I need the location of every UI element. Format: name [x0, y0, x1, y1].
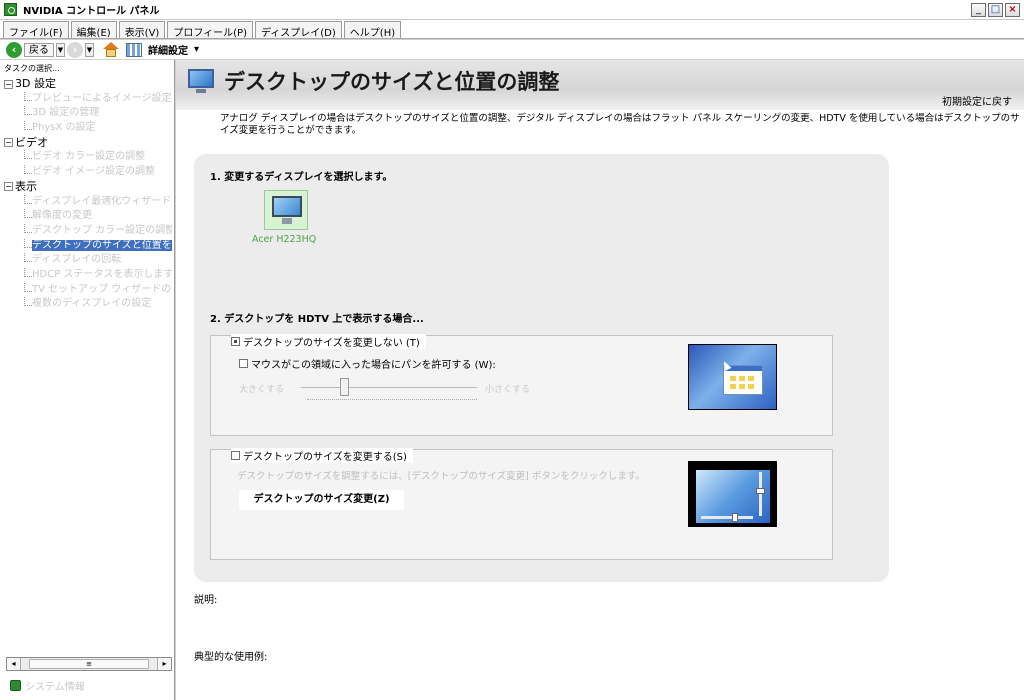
close-button[interactable]: ×	[1005, 3, 1020, 17]
tree-item[interactable]: ディスプレイ最適化ウィザードの	[4, 194, 172, 210]
advanced-settings-button[interactable]: 詳細設定	[148, 42, 188, 57]
menu-help[interactable]: ヘルプ(H)	[343, 21, 402, 39]
system-info-label: システム情報	[25, 682, 85, 693]
scroll-thumb[interactable]: ≡	[29, 659, 149, 669]
back-arrow-icon[interactable]: ‹	[6, 41, 22, 58]
slider-larger-label: 大きくする	[239, 385, 285, 395]
resize-option[interactable]: デスクトップのサイズを変更する(S)	[231, 448, 413, 463]
resize-preview-image	[688, 461, 777, 527]
pan-slider-thumb[interactable]	[340, 378, 349, 396]
section-hdtv-title: 2. デスクトップを HDTV 上で表示する場合...	[210, 314, 424, 325]
pan-preview-image	[688, 344, 777, 410]
tree-item[interactable]: TV セットアップ ウィザードの実	[4, 282, 172, 298]
no-resize-group: デスクトップのサイズを変更しない (T) マウスがこの領域に入った場合にパンを許…	[210, 334, 833, 436]
tree-item[interactable]: 解像度の変更	[4, 209, 172, 224]
allow-pan-label: マウスがこの領域に入った場合にパンを許可する (W):	[251, 360, 496, 371]
resize-hint: デスクトップのサイズを調整するには、[デスクトップのサイズ変更] ボタンをクリッ…	[237, 471, 645, 482]
tree-item[interactable]: PhysX の設定	[4, 121, 172, 136]
no-resize-option[interactable]: デスクトップのサイズを変更しない (T)	[231, 334, 426, 349]
minimize-button[interactable]: _	[971, 3, 986, 17]
slider-ticks	[307, 399, 477, 400]
maximize-button[interactable]: □	[988, 3, 1003, 17]
system-info-link[interactable]: システム情報	[10, 678, 85, 693]
system-info-icon	[10, 680, 21, 691]
no-resize-label: デスクトップのサイズを変更しない (T)	[243, 338, 420, 349]
nvidia-app-icon	[4, 3, 17, 16]
tree-item[interactable]: ディスプレイの回転	[4, 253, 172, 268]
monitor-icon	[272, 196, 302, 217]
back-button[interactable]: 戻る	[24, 42, 54, 57]
section-select-display-title: 1. 変更するディスプレイを選択します。	[210, 172, 393, 183]
resize-radio[interactable]	[231, 451, 240, 460]
menu-bar: ファイル(F) 編集(E) 表示(V) プロフィール(P) ディスプレイ(D) …	[0, 20, 1024, 39]
tree-group-display[interactable]: − 表示	[4, 180, 172, 195]
tree-item[interactable]: プレビューによるイメージ設定の	[4, 91, 172, 107]
page-header: デスクトップのサイズと位置の調整 初期設定に戻す	[176, 60, 1024, 110]
home-icon[interactable]	[102, 41, 120, 58]
sidebar-header: タスクの選択...	[4, 64, 60, 73]
title-bar: NVIDIA コントロール パネル _ □ ×	[0, 0, 1024, 20]
collapse-icon[interactable]: −	[4, 79, 13, 89]
menu-display[interactable]: ディスプレイ(D)	[254, 21, 342, 39]
resize-label: デスクトップのサイズを変更する(S)	[243, 452, 407, 463]
pan-slider-track[interactable]	[301, 387, 477, 388]
restore-defaults-link[interactable]: 初期設定に戻す	[942, 93, 1012, 108]
settings-panel: 1. 変更するディスプレイを選択します。 Acer H223HQ 2. デスクト…	[194, 154, 889, 582]
allow-pan-checkbox[interactable]	[239, 359, 248, 368]
tree-item[interactable]: デスクトップ カラー設定の調整	[4, 223, 172, 239]
page-title: デスクトップのサイズと位置の調整	[224, 70, 560, 94]
resize-group: デスクトップのサイズを変更する(S) デスクトップのサイズを調整するには、[デス…	[210, 448, 833, 560]
view-tasks-icon[interactable]	[126, 42, 142, 57]
slider-smaller-label: 小さくする	[485, 385, 531, 395]
main-content: デスクトップのサイズと位置の調整 初期設定に戻す アナログ ディスプレイの場合は…	[176, 60, 1024, 700]
scroll-left-icon[interactable]: ◂	[7, 658, 21, 670]
display-name[interactable]: Acer H223HQ	[252, 234, 316, 245]
tree-item[interactable]: 複数のディスプレイの設定	[4, 297, 172, 312]
resize-desktop-button[interactable]: デスクトップのサイズ変更(Z)	[239, 490, 404, 510]
sidebar-horizontal-scrollbar[interactable]: ◂ ≡ ▸	[6, 657, 172, 671]
tree-group-3d[interactable]: −3D 設定	[4, 77, 172, 92]
window-title: NVIDIA コントロール パネル	[23, 6, 160, 17]
no-resize-radio[interactable]	[231, 337, 240, 346]
menu-view[interactable]: 表示(V)	[118, 21, 166, 39]
tree-item[interactable]: 3D 設定の管理	[4, 106, 172, 121]
window-controls: _ □ ×	[971, 3, 1020, 17]
desktop-size-icon	[186, 67, 216, 95]
tree-item[interactable]: HDCP ステータスを表示します。	[4, 267, 172, 283]
menu-file[interactable]: ファイル(F)	[3, 21, 69, 39]
collapse-icon[interactable]: −	[4, 182, 13, 192]
page-description: アナログ ディスプレイの場合はデスクトップのサイズと位置の調整、デジタル ディス…	[220, 113, 1020, 136]
display-selector[interactable]	[264, 190, 308, 230]
task-tree: −3D 設定 プレビューによるイメージ設定の 3D 設定の管理 PhysX の設…	[4, 77, 172, 659]
forward-arrow-icon[interactable]: ›	[67, 41, 83, 58]
forward-dropdown-icon[interactable]: ▼	[85, 42, 94, 57]
allow-pan-option[interactable]: マウスがこの領域に入った場合にパンを許可する (W):	[239, 356, 496, 371]
scroll-right-icon[interactable]: ▸	[157, 658, 171, 670]
tree-item-selected[interactable]: デスクトップのサイズと位置を変	[4, 238, 172, 254]
advanced-dropdown-icon[interactable]: ▾	[194, 44, 199, 55]
toolbar: ‹ 戻る ▼ › ▼ 詳細設定 ▾	[0, 40, 1024, 59]
tree-item[interactable]: ビデオ イメージ設定の調整	[4, 165, 172, 180]
tree-item[interactable]: ビデオ カラー設定の調整	[4, 150, 172, 165]
menu-edit[interactable]: 編集(E)	[70, 21, 117, 39]
description-label: 説明:	[194, 595, 218, 606]
usage-label: 典型的な使用例:	[194, 652, 268, 663]
back-dropdown-icon[interactable]: ▼	[56, 42, 65, 57]
collapse-icon[interactable]: −	[4, 138, 13, 148]
tree-group-video[interactable]: − ビデオ	[4, 136, 172, 151]
menu-profile[interactable]: プロフィール(P)	[167, 21, 253, 39]
task-sidebar: タスクの選択... −3D 設定 プレビューによるイメージ設定の 3D 設定の管…	[0, 60, 175, 700]
